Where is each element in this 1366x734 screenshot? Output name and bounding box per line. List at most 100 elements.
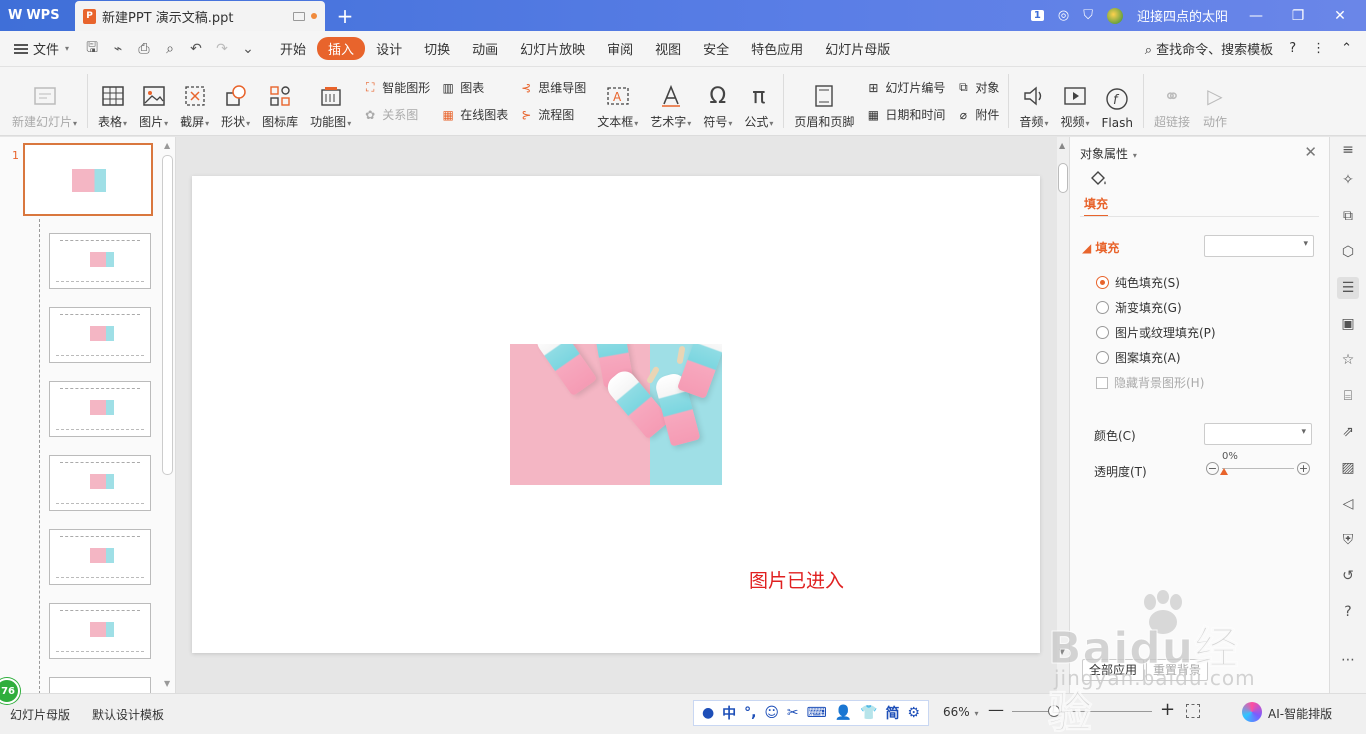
close-window-button[interactable]: ✕ [1326,8,1354,24]
audio-button[interactable]: 音频▾ [1013,72,1054,130]
layout-thumbnail[interactable] [49,455,151,511]
audio-icon[interactable]: ◁ [1339,495,1357,513]
ai-layout-icon[interactable] [1242,702,1262,722]
tab-view[interactable]: 视图 [644,37,692,60]
opacity-decrease-button[interactable]: − [1206,462,1219,475]
layout-thumbnail[interactable] [49,529,151,585]
video-button[interactable]: 视频▾ [1054,72,1095,130]
tab-review[interactable]: 审阅 [596,37,644,60]
skin-icon[interactable]: ◎ [1058,8,1069,23]
properties-icon[interactable]: ☰ [1337,277,1359,299]
layout-thumbnail[interactable] [49,233,151,289]
color-dropdown[interactable] [1204,423,1312,445]
help-circle-icon[interactable]: ? [1339,603,1357,621]
tab-animation[interactable]: 动画 [461,37,509,60]
sidebar-collapse-icon[interactable]: ≡ [1339,141,1357,159]
tab-slideshow[interactable]: 幻灯片放映 [509,37,596,60]
object-button[interactable]: ⧉ 对象 [955,79,999,96]
icon-library-button[interactable]: 图标库 [256,72,304,130]
history-icon[interactable]: ↺ [1339,567,1357,585]
zoom-out-button[interactable]: — [988,700,1004,719]
flash-button[interactable]: f Flash [1095,72,1138,130]
flowchart-button[interactable]: ⊱ 流程图 [518,106,586,123]
restore-button[interactable]: ❐ [1284,8,1312,24]
tab-design[interactable]: 设计 [365,37,413,60]
ime-punctuation-icon[interactable]: °, [744,705,756,721]
save-icon[interactable]: 🖫 [79,37,105,61]
document-tab[interactable]: P 新建PPT 演示文稿.ppt [75,1,325,31]
tab-slide-master[interactable]: 幻灯片母版 [814,37,901,60]
apply-all-button[interactable]: 全部应用 [1082,659,1145,681]
skin-shirt-icon[interactable]: 👕 [860,705,877,721]
picture-button[interactable]: 图片▾ [133,72,174,130]
search-command[interactable]: ⌕ 查找命令、搜索模板 [1145,39,1273,58]
quick-access-more-icon[interactable]: ⌄ [235,41,261,57]
tab-fill[interactable]: 填充 [1084,195,1109,217]
scroll-up-icon[interactable]: ▲ [164,141,170,150]
undo-icon[interactable]: ↶ [183,41,209,57]
layout-thumbnail[interactable] [49,381,151,437]
more-icon[interactable]: ⋯ [1339,651,1357,669]
hide-background-checkbox[interactable]: 隐藏背景图形(H) [1096,374,1204,391]
user-icon[interactable]: 👤 [835,705,852,721]
scissors-icon[interactable]: ✂ [787,705,799,721]
layout-thumbnail[interactable] [49,307,151,363]
opacity-slider[interactable]: − 0% + [1206,451,1310,477]
ime-chinese-mode[interactable]: 中 [722,703,736,723]
properties-title[interactable]: 对象属性 ▾ [1080,145,1137,162]
close-icon[interactable]: ✕ [1304,143,1317,161]
smart-shape-button[interactable]: ⛶ 智能图形 [362,79,430,96]
collapse-ribbon-icon[interactable]: ⌃ [1341,41,1352,56]
slide-picture[interactable] [510,344,722,485]
fit-window-icon[interactable] [1186,704,1200,718]
function-chart-button[interactable]: 功能图▾ [304,72,357,130]
user-name[interactable]: 迎接四点的太阳 [1137,6,1228,25]
file-menu[interactable]: 文件 ▾ [10,39,79,58]
zoom-slider-handle[interactable] [1048,705,1060,717]
zoom-slider-track[interactable] [1012,711,1152,712]
art-text-button[interactable]: 艺术字▾ [644,72,697,130]
star-icon[interactable]: ☆ [1339,351,1357,369]
slide-canvas[interactable]: 图片已进入 [192,176,1040,653]
table-button[interactable]: 表格▾ [92,72,133,130]
editor-scrollbar[interactable]: ▲ ▼ [1057,137,1069,693]
share-icon[interactable]: ⇗ [1339,423,1357,441]
relation-chart-button[interactable]: ✿ 关系图 [362,106,430,123]
layout-thumbnail[interactable] [49,677,151,693]
tab-insert[interactable]: 插入 [317,37,366,60]
zoom-level[interactable]: 66% ▾ [943,705,979,719]
redo-icon[interactable]: ↷ [209,41,235,57]
shapes-icon[interactable]: ⬡ [1339,243,1357,261]
reset-background-button[interactable]: 重置背景 [1146,659,1209,681]
new-slide-button[interactable]: 新建幻灯片▾ [6,72,83,130]
chart-button[interactable]: ▥ 图表 [440,79,508,96]
thumbnail-scrollbar[interactable] [162,155,173,475]
ai-layout-button[interactable]: AI-智能排版 [1268,705,1332,722]
action-button[interactable]: ▷ 动作 [1196,72,1234,130]
ime-logo-icon[interactable]: ● [702,705,714,721]
gradient-fill-radio[interactable]: 渐变填充(G) [1096,299,1182,316]
opacity-track[interactable] [1222,468,1294,469]
ime-settings-icon[interactable]: ⚙ [907,705,920,721]
tab-home[interactable]: 开始 [269,37,317,60]
paint-bucket-icon[interactable] [1088,169,1108,189]
wps-home-tab[interactable]: 𝗪 WPS [0,0,75,31]
tab-features[interactable]: 特色应用 [740,37,814,60]
symbol-button[interactable]: Ω 符号▾ [697,72,738,130]
date-time-button[interactable]: ▦ 日期和时间 [865,106,946,123]
mind-map-button[interactable]: ⊰ 思维导图 [518,79,586,96]
scroll-up-icon[interactable]: ▲ [1059,141,1065,150]
formula-button[interactable]: π 公式▾ [738,72,779,130]
gallery-icon[interactable]: ▣ [1339,315,1357,333]
format-painter-icon[interactable]: ⌁ [105,41,131,57]
opacity-handle[interactable] [1220,468,1228,475]
hyperlink-button[interactable]: ⚭ 超链接 [1148,72,1196,130]
template-status[interactable]: 默认设计模板 [92,706,164,723]
textbox-button[interactable]: A 文本框▾ [591,72,644,130]
minimize-button[interactable]: — [1242,8,1270,24]
fill-section-header[interactable]: ◢ 填充 [1082,239,1119,256]
slide-master-status[interactable]: 幻灯片母版 [10,706,70,723]
print-preview-icon[interactable]: ⌕ [157,41,183,57]
pattern-fill-radio[interactable]: 图案填充(A) [1096,349,1181,366]
tab-transition[interactable]: 切换 [413,37,461,60]
